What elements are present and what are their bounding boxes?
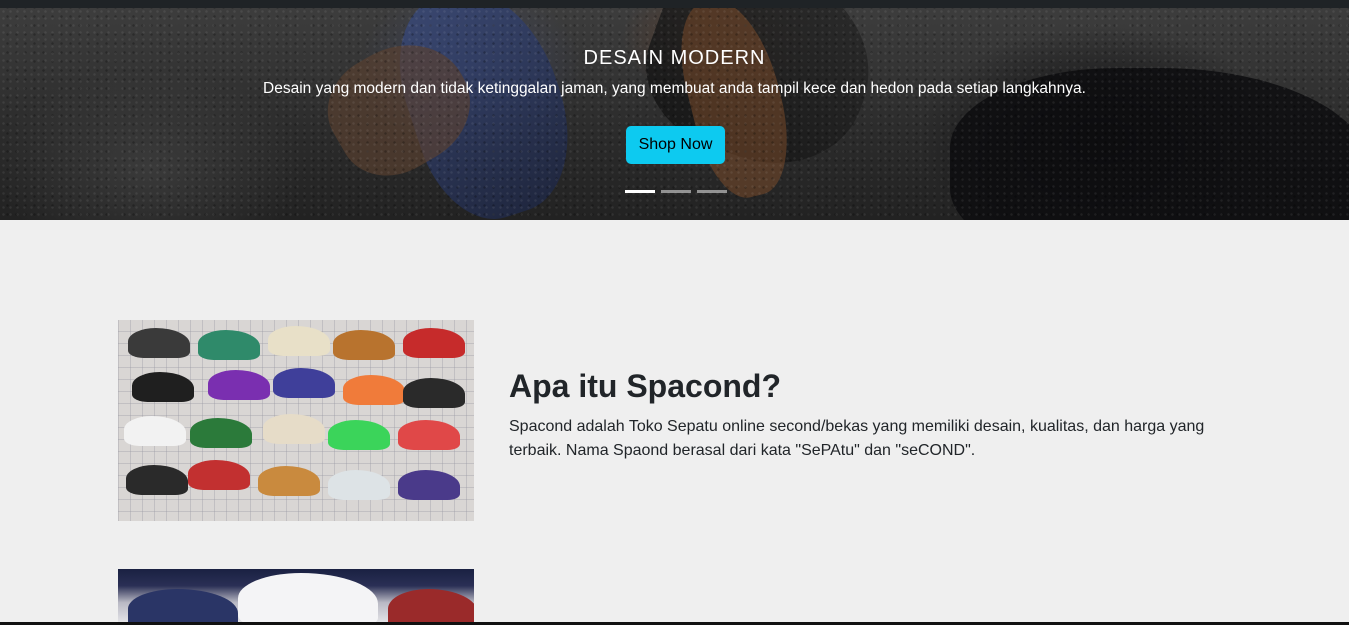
carousel-indicator-1[interactable]: [625, 190, 655, 193]
sneaker-image: [398, 420, 460, 450]
sneaker-image: [273, 368, 335, 398]
sneaker-image: [388, 589, 474, 625]
sneaker-image: [198, 330, 260, 360]
top-navbar-edge: [0, 0, 1349, 8]
about-title: Apa itu Spacond?: [509, 368, 781, 404]
sneaker-image: [268, 326, 330, 356]
sneaker-image: [238, 573, 378, 625]
sneaker-image: [403, 378, 465, 408]
shop-now-button[interactable]: Shop Now: [626, 126, 725, 164]
sneaker-image: [333, 330, 395, 360]
sneaker-image: [132, 372, 194, 402]
sneaker-image: [328, 420, 390, 450]
sneaker-image: [263, 414, 325, 444]
about-description: Spacond adalah Toko Sepatu online second…: [509, 418, 1205, 459]
sneaker-image: [190, 418, 252, 448]
sneaker-image: [208, 370, 270, 400]
carousel-indicator-3[interactable]: [697, 190, 727, 193]
carousel-indicator-2[interactable]: [661, 190, 691, 193]
sneaker-image: [128, 328, 190, 358]
carousel-indicators: [625, 190, 727, 193]
sneaker-image: [124, 416, 186, 446]
hero-carousel: DESAIN MODERN Desain yang modern dan tid…: [0, 8, 1349, 220]
sneaker-image: [126, 465, 188, 495]
sneaker-image: [403, 328, 465, 358]
converse-image: [118, 569, 474, 625]
sneaker-image: [188, 460, 250, 490]
shoe-wall-image: [118, 320, 474, 521]
sneaker-image: [128, 589, 238, 625]
sneaker-image: [343, 375, 405, 405]
sneaker-image: [258, 466, 320, 496]
sneaker-image: [398, 470, 460, 500]
sneaker-image: [328, 470, 390, 500]
slide-title: DESAIN MODERN: [583, 47, 766, 69]
hero-texture: [0, 8, 1349, 220]
slide-text: Desain yang modern dan tidak ketinggalan…: [263, 80, 1086, 97]
